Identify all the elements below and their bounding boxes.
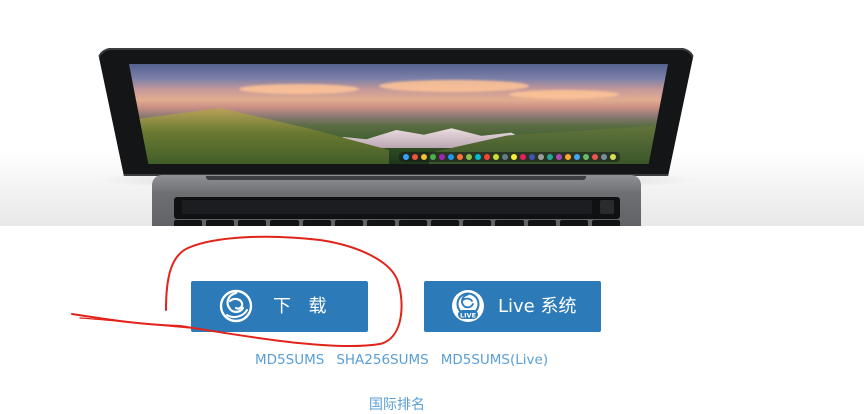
- deepin-logo-icon: [219, 289, 253, 323]
- sha256sums-link[interactable]: SHA256SUMS: [336, 352, 428, 370]
- checksum-links: MD5SUMS SHA256SUMS MD5SUMS(Live): [255, 352, 548, 370]
- deepin-live-logo-icon: LIVE: [452, 290, 484, 322]
- download-button-label: 下 载: [273, 296, 329, 317]
- live-badge-text: LIVE: [460, 311, 476, 319]
- live-system-button[interactable]: LIVE Live 系统: [424, 281, 601, 332]
- download-button[interactable]: 下 载: [191, 281, 368, 332]
- md5sums-live-link[interactable]: MD5SUMS(Live): [441, 352, 548, 370]
- laptop-hinge: [206, 176, 586, 180]
- hero-laptop-image: [0, 0, 864, 226]
- desktop-dock: [399, 152, 620, 162]
- laptop-screen: [129, 64, 668, 164]
- laptop-keys: [174, 220, 620, 226]
- live-system-button-label: Live 系统: [498, 296, 577, 317]
- md5sums-link[interactable]: MD5SUMS: [255, 352, 324, 370]
- laptop-touchbar: [174, 197, 620, 219]
- ranking-link[interactable]: 国际排名: [369, 394, 425, 414]
